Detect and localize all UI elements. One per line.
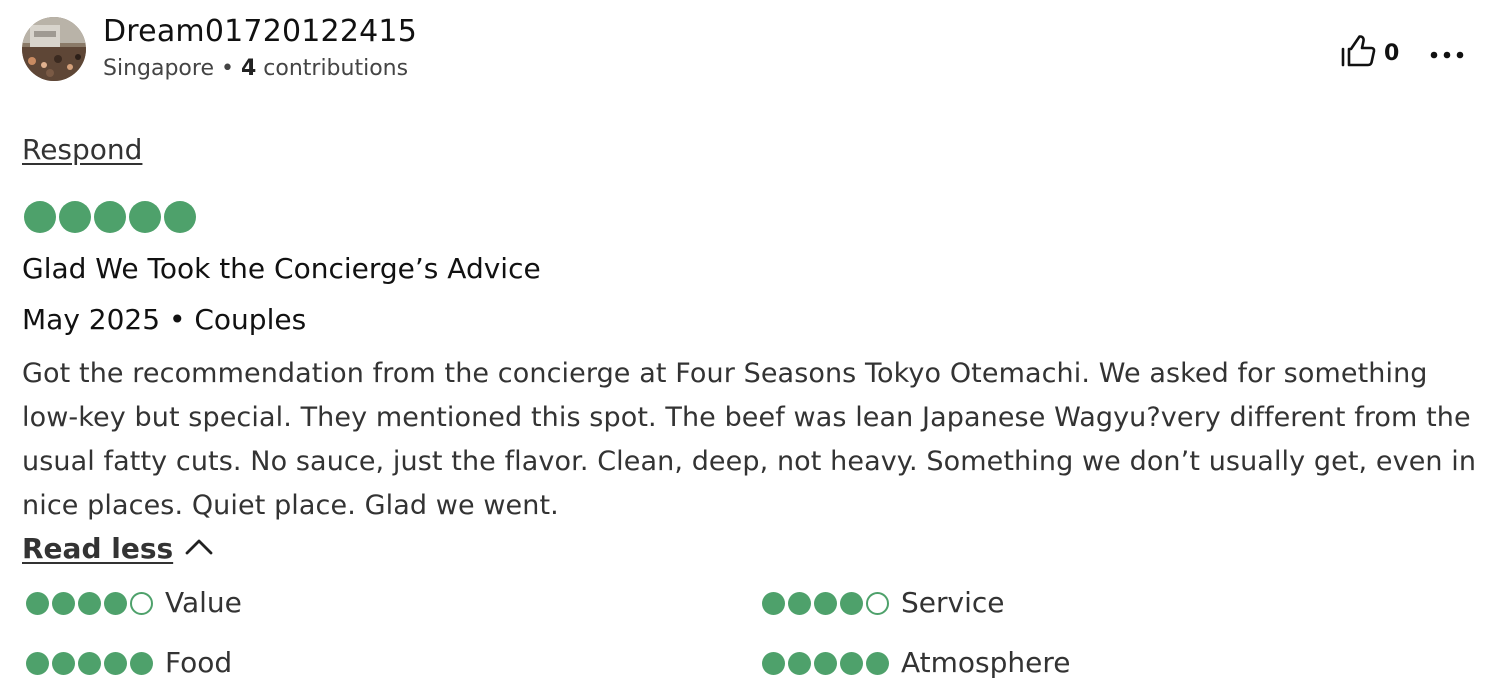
filled-bubble-icon xyxy=(78,651,101,675)
chevron-up-icon xyxy=(185,538,213,560)
overall-rating xyxy=(24,201,196,233)
read-less-label: Read less xyxy=(22,532,174,565)
filled-bubble-icon xyxy=(26,651,49,675)
filled-bubble-icon xyxy=(788,651,811,675)
filled-bubble-icon xyxy=(24,201,56,233)
subrating-food: Food xyxy=(26,644,232,682)
filled-bubble-icon xyxy=(59,201,91,233)
filled-bubble-icon xyxy=(762,651,785,675)
reviewer-username[interactable]: Dream01720122415 xyxy=(103,12,417,52)
filled-bubble-icon xyxy=(814,651,837,675)
contributions-label: contributions xyxy=(256,56,409,81)
filled-bubble-icon xyxy=(164,201,196,233)
subrating-bubbles xyxy=(26,591,153,615)
helpful-count: 0 xyxy=(1384,40,1400,66)
subrating-value: Value xyxy=(26,584,242,622)
reviewer-meta: Singapore • 4 contributions xyxy=(103,54,408,84)
filled-bubble-icon xyxy=(104,591,127,615)
filled-bubble-icon xyxy=(788,591,811,615)
subrating-service: Service xyxy=(762,584,1004,622)
filled-bubble-icon xyxy=(840,651,863,675)
filled-bubble-icon xyxy=(104,651,127,675)
empty-bubble-icon xyxy=(866,591,889,615)
meta-separator: • xyxy=(214,56,241,81)
subrating-bubbles xyxy=(26,651,153,675)
avatar[interactable] xyxy=(22,17,86,81)
review-date-and-trip-type: May 2025 • Couples xyxy=(22,303,307,336)
review-body: Got the recommendation from the concierg… xyxy=(22,358,1477,521)
respond-link[interactable]: Respond xyxy=(22,131,142,169)
subrating-atmosphere: Atmosphere xyxy=(762,644,1071,682)
subrating-label: Value xyxy=(165,586,242,619)
read-less-button[interactable]: Read less xyxy=(22,530,213,568)
more-options-icon xyxy=(1430,44,1464,63)
subrating-label: Service xyxy=(901,586,1005,619)
filled-bubble-icon xyxy=(130,651,153,675)
subrating-label: Atmosphere xyxy=(901,646,1071,679)
empty-bubble-icon xyxy=(130,591,153,615)
filled-bubble-icon xyxy=(26,591,49,615)
more-options-button[interactable] xyxy=(1428,38,1466,68)
avatar-image xyxy=(22,17,86,81)
review-title[interactable]: Glad We Took the Concierge’s Advice xyxy=(22,250,541,288)
filled-bubble-icon xyxy=(129,201,161,233)
reviewer-location: Singapore xyxy=(103,56,214,81)
filled-bubble-icon xyxy=(866,651,889,675)
subrating-bubbles xyxy=(762,591,889,615)
filled-bubble-icon xyxy=(814,591,837,615)
filled-bubble-icon xyxy=(78,591,101,615)
filled-bubble-icon xyxy=(840,591,863,615)
contributions-count: 4 xyxy=(240,56,257,81)
helpful-vote-button[interactable]: 0 xyxy=(1340,33,1399,73)
filled-bubble-icon xyxy=(762,591,785,615)
subrating-label: Food xyxy=(165,646,233,679)
filled-bubble-icon xyxy=(94,201,126,233)
thumbs-up-icon xyxy=(1340,34,1376,72)
subrating-bubbles xyxy=(762,651,889,675)
filled-bubble-icon xyxy=(52,651,75,675)
filled-bubble-icon xyxy=(52,591,75,615)
